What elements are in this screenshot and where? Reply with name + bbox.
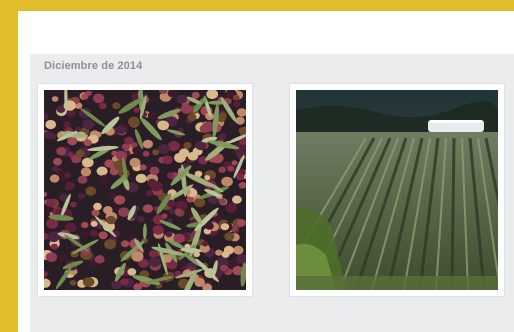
photo-olives[interactable]	[38, 84, 252, 296]
photo-garden[interactable]	[290, 84, 504, 296]
olives-image	[44, 90, 246, 290]
garden-image	[296, 90, 498, 290]
section-title: Diciembre de 2014	[44, 60, 143, 72]
